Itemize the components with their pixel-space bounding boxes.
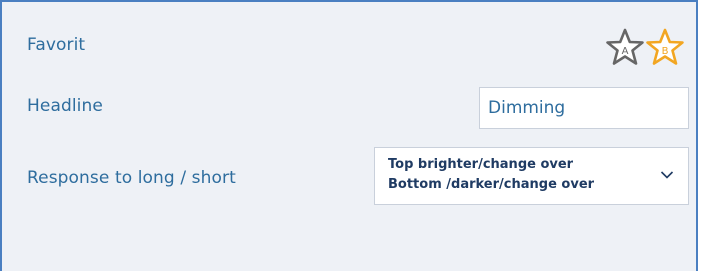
favorite-b-star-icon[interactable]: B: [646, 28, 684, 72]
settings-panel: Favorit A B Headline Response to long / …: [0, 0, 698, 271]
favorite-a-star-icon[interactable]: A: [606, 28, 644, 72]
favorite-b-letter: B: [662, 46, 669, 57]
favorite-stars: A B: [606, 28, 688, 68]
chevron-down-icon: [660, 171, 674, 179]
response-select[interactable]: Top brighter/change over Bottom /darker/…: [374, 147, 689, 205]
favorite-label: Favorit: [27, 35, 86, 55]
favorite-a-letter: A: [622, 46, 629, 57]
headline-input[interactable]: [479, 87, 689, 129]
response-selected-line-1: Top brighter/change over: [388, 157, 574, 172]
headline-label: Headline: [27, 96, 103, 116]
response-label: Response to long / short: [27, 168, 236, 188]
response-selected-line-2: Bottom /darker/change over: [388, 177, 595, 192]
